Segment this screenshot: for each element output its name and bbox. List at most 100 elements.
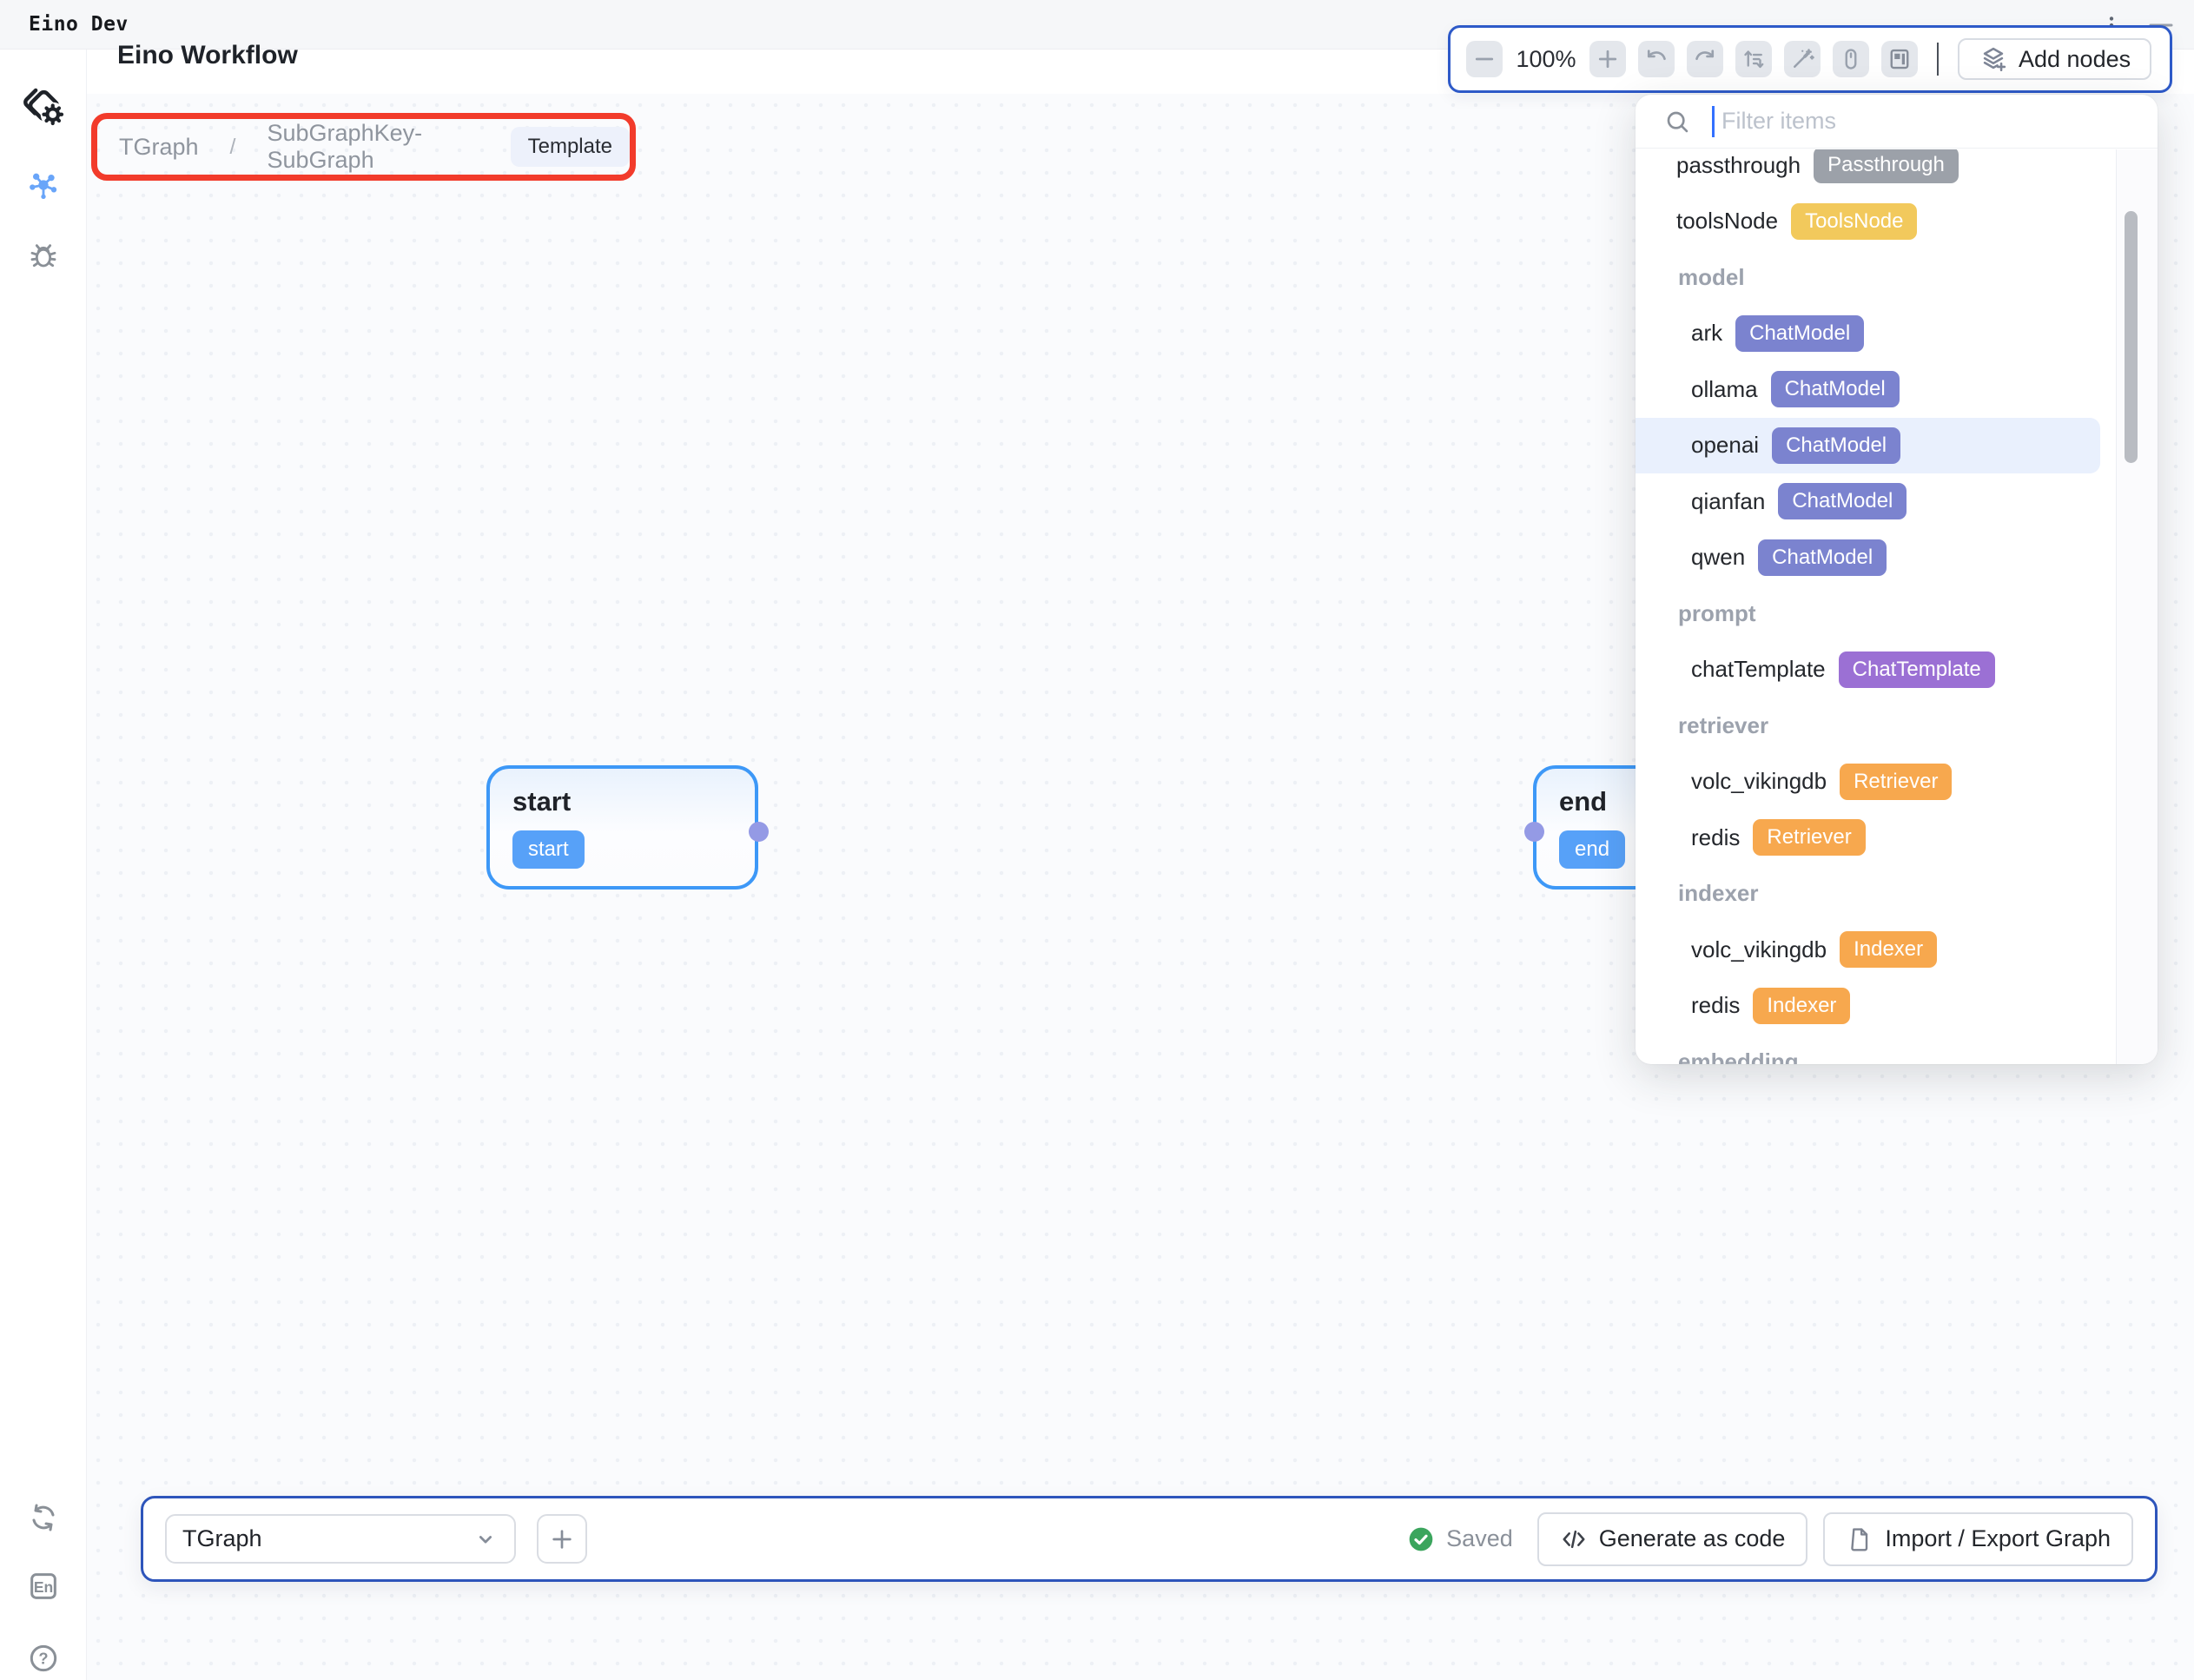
help-label: ? — [38, 1650, 48, 1668]
import-export-graph-label: Import / Export Graph — [1885, 1525, 2111, 1552]
sidebar: En ? — [0, 50, 87, 1680]
node-list-section: prompt — [1636, 585, 2100, 642]
node-item-name: redis — [1691, 992, 1740, 1019]
node-list-item[interactable]: qianfan ChatModel — [1636, 473, 2100, 530]
node-list-item[interactable]: volc_vikingdb Indexer — [1636, 922, 2100, 978]
node-item-badge: Indexer — [1753, 988, 1850, 1024]
toolbar-divider — [1937, 43, 1939, 76]
zoom-out-icon[interactable] — [1466, 41, 1503, 77]
node-list: passthrough Passthrough toolsNodeToolsNode… — [1636, 149, 2115, 1064]
node-item-name: qianfan — [1691, 488, 1765, 515]
node-item-name: volc_vikingdb — [1691, 936, 1827, 963]
page-title: Eino Workflow — [117, 41, 298, 70]
node-item-name: volc_vikingdb — [1691, 768, 1827, 795]
node-item-name: chatTemplate — [1691, 656, 1826, 683]
save-status: Saved — [1407, 1525, 1513, 1553]
node-list-item[interactable]: redis Indexer — [1636, 978, 2100, 1035]
workflow-icon[interactable] — [26, 168, 61, 202]
minimap-icon[interactable] — [1881, 41, 1918, 77]
node-list-item[interactable]: ollama ChatModel — [1636, 361, 2100, 418]
node-item-name: redis — [1691, 824, 1740, 851]
start-node-badge: start — [512, 830, 585, 869]
node-list-item[interactable]: qwen ChatModel — [1636, 530, 2100, 586]
document-icon — [1846, 1525, 1873, 1553]
node-item-name: qwen — [1691, 544, 1745, 571]
node-item-badge: ChatModel — [1735, 315, 1864, 352]
mouse-icon[interactable] — [1833, 41, 1869, 77]
filter-items-input[interactable] — [1720, 107, 2053, 136]
breadcrumb-root[interactable]: TGraph — [119, 134, 199, 161]
scrollbar-thumb[interactable] — [2125, 211, 2138, 463]
search-icon — [1663, 108, 1691, 136]
node-item-name: ollama — [1691, 376, 1758, 403]
node-item-badge: ChatModel — [1771, 371, 1900, 407]
zoom-level: 100% — [1515, 46, 1577, 73]
end-node-input-port[interactable] — [1524, 822, 1544, 842]
add-nodes-button[interactable]: Add nodes — [1958, 38, 2151, 80]
text-caret — [1712, 106, 1715, 137]
generate-as-code-label: Generate as code — [1599, 1525, 1786, 1552]
import-export-graph-button[interactable]: Import / Export Graph — [1823, 1512, 2133, 1566]
node-list-section: embedding — [1636, 1034, 2100, 1064]
node-list-item[interactable]: chatTemplate ChatTemplate — [1636, 642, 2100, 698]
magic-wand-icon[interactable] — [1784, 41, 1821, 77]
add-graph-button[interactable] — [537, 1514, 587, 1564]
eino-logo — [19, 81, 68, 129]
node-item-badge: Passthrough — [1814, 149, 1959, 183]
add-nodes-panel: passthrough Passthrough toolsNodeToolsNode… — [1636, 95, 2158, 1064]
filter-search-row — [1636, 95, 2158, 149]
start-node[interactable]: start start — [486, 765, 758, 890]
save-status-label: Saved — [1446, 1525, 1513, 1552]
node-list-item[interactable]: openai ChatModel — [1636, 418, 2100, 474]
redo-icon[interactable] — [1687, 41, 1723, 77]
start-node-title: start — [512, 786, 732, 817]
zoom-in-icon[interactable] — [1589, 41, 1626, 77]
chevron-down-icon — [473, 1526, 499, 1552]
node-list-item[interactable]: passthrough Passthrough — [1636, 149, 2100, 194]
auto-layout-icon[interactable] — [1735, 41, 1772, 77]
app-title: Eino Dev — [29, 13, 129, 36]
node-item-badge: Indexer — [1840, 931, 1937, 968]
graph-select[interactable]: TGraph — [165, 1514, 516, 1564]
refresh-icon[interactable] — [26, 1500, 61, 1535]
node-list-item[interactable]: toolsNodeToolsNode — [1636, 194, 2100, 250]
node-item-badge: Retriever — [1840, 764, 1952, 800]
breadcrumb-separator: / — [230, 135, 236, 160]
node-list-section: model — [1636, 249, 2100, 306]
language-label: En — [34, 1578, 53, 1596]
help-icon[interactable]: ? — [26, 1641, 61, 1676]
check-circle-icon — [1407, 1525, 1435, 1553]
generate-as-code-button[interactable]: Generate as code — [1537, 1512, 1808, 1566]
node-list-item[interactable]: ark ChatModel — [1636, 306, 2100, 362]
node-list-viewport: passthrough Passthrough toolsNodeToolsNode… — [1636, 149, 2115, 1064]
canvas-toolbar: 100% — [1448, 25, 2172, 93]
node-list-item[interactable]: redis Retriever — [1636, 810, 2100, 866]
node-item-badge: ToolsNode — [1791, 203, 1917, 240]
node-item-badge: ChatTemplate — [1839, 651, 1995, 688]
breadcrumb-annotation-box: TGraph / SubGraphKey-SubGraph Template — [91, 113, 636, 181]
end-node-badge: end — [1559, 830, 1625, 869]
debug-icon[interactable] — [26, 238, 61, 273]
node-item-badge: ChatModel — [1758, 539, 1887, 576]
node-item-badge: ChatModel — [1772, 427, 1900, 464]
node-item-name: passthrough — [1676, 152, 1801, 179]
eino-dev-window: Eino Dev — [0, 0, 2194, 1680]
layers-plus-icon — [1979, 44, 2008, 74]
code-icon — [1560, 1525, 1588, 1553]
graph-select-value: TGraph — [182, 1525, 262, 1552]
node-item-name: ark — [1691, 320, 1722, 347]
add-nodes-label: Add nodes — [2019, 46, 2131, 73]
node-item-name: openai — [1691, 432, 1759, 459]
scrollbar-track[interactable] — [2116, 149, 2158, 1064]
node-item-badge: ChatModel — [1778, 483, 1907, 519]
graph-bottom-bar: TGraph Saved Generate as code — [141, 1496, 2158, 1582]
start-node-output-port[interactable] — [749, 822, 769, 842]
language-icon[interactable]: En — [26, 1569, 61, 1604]
node-list-section: retriever — [1636, 698, 2100, 754]
node-list-item[interactable]: volc_vikingdb Retriever — [1636, 754, 2100, 810]
undo-icon[interactable] — [1638, 41, 1675, 77]
template-badge: Template — [511, 127, 630, 167]
breadcrumb-current[interactable]: SubGraphKey-SubGraph — [268, 120, 492, 174]
node-item-badge: Retriever — [1753, 819, 1865, 856]
node-list-section: indexer — [1636, 866, 2100, 923]
